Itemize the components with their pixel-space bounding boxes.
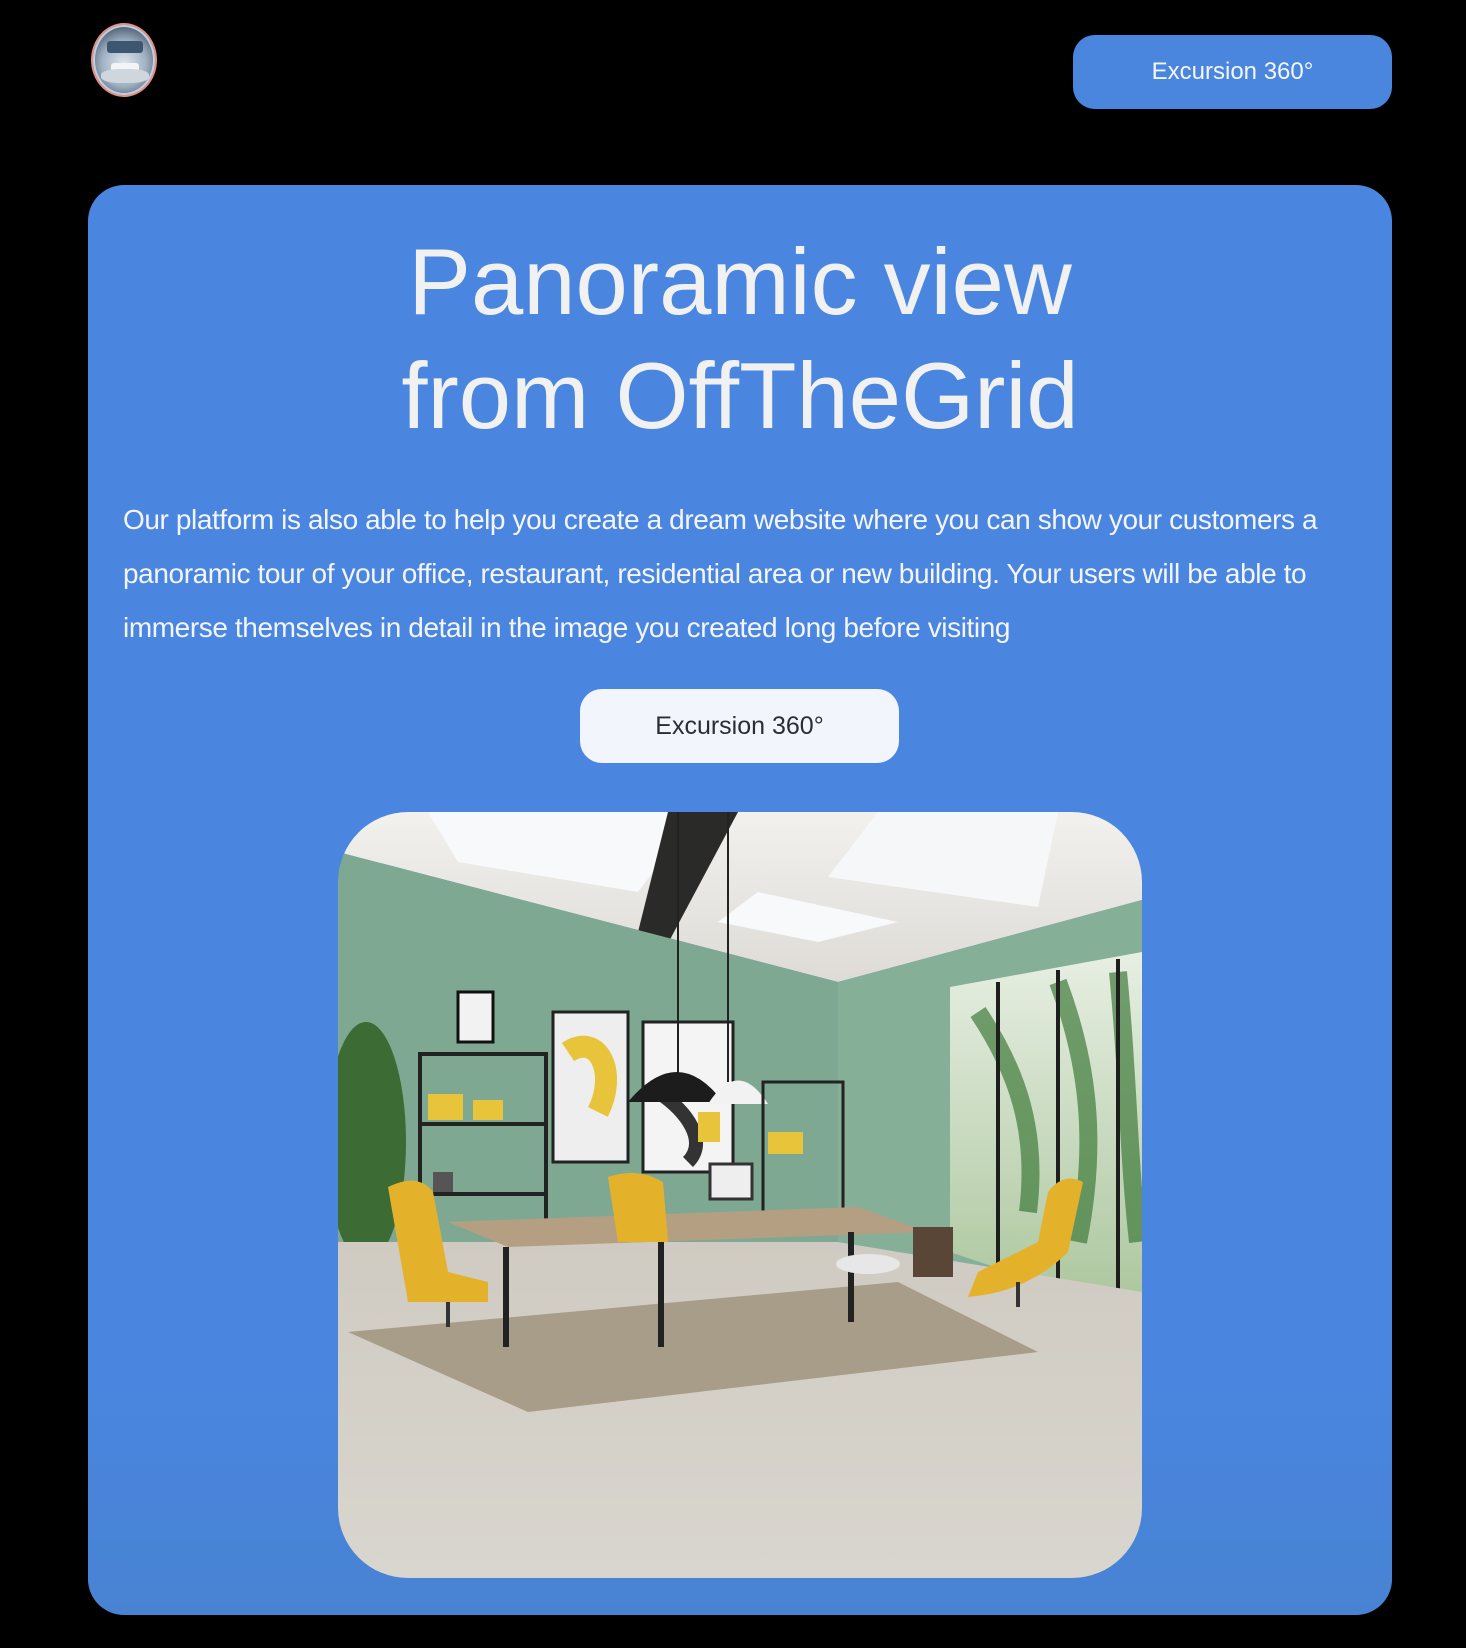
office-interior-illustration bbox=[338, 812, 1142, 1578]
office-interior-image bbox=[338, 812, 1142, 1578]
logo-window-shape bbox=[107, 41, 143, 53]
excursion-360-header-button[interactable]: Excursion 360° bbox=[1073, 35, 1392, 109]
excursion-360-button[interactable]: Excursion 360° bbox=[580, 689, 899, 763]
hero-title-line-1: Panoramic view bbox=[408, 229, 1072, 334]
hero-title-line-2: from OffTheGrid bbox=[401, 343, 1079, 448]
hero-description: Our platform is also able to help you cr… bbox=[123, 504, 1318, 643]
hero-title: Panoramic view from OffTheGrid bbox=[88, 225, 1392, 453]
logo-icon[interactable] bbox=[91, 23, 157, 97]
hero-card: Panoramic view from OffTheGrid Our platf… bbox=[88, 185, 1392, 1615]
logo-floor-shape bbox=[101, 69, 149, 83]
